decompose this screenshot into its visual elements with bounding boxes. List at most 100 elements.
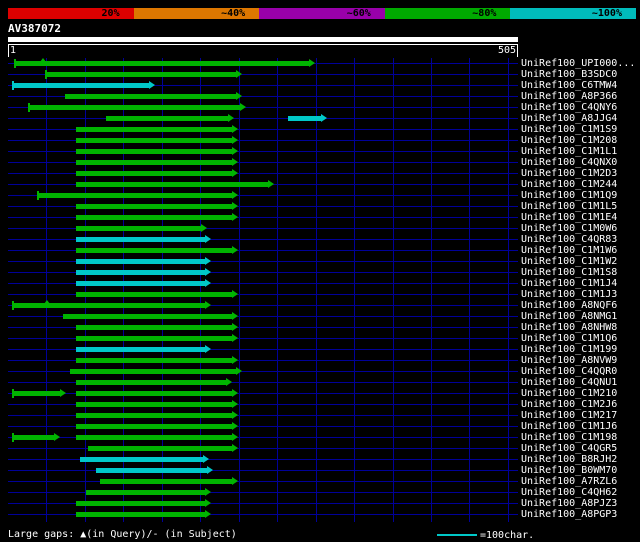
hit-label[interactable]: UniRef100_C4QNY6 [521, 102, 617, 113]
alignment-bar[interactable] [45, 72, 236, 77]
alignment-bar[interactable] [76, 204, 232, 209]
alignment-bar[interactable] [12, 391, 60, 396]
hit-label[interactable]: UniRef100_C1M1S9 [521, 124, 617, 135]
alignment-bar[interactable] [76, 501, 205, 506]
alignment-bar[interactable] [76, 171, 232, 176]
alignment-bar[interactable] [76, 160, 232, 165]
alignment-row [8, 234, 518, 245]
hit-label[interactable]: UniRef100_A8NHW8 [521, 322, 617, 333]
alignment-bar[interactable] [80, 457, 203, 462]
alignment-bar[interactable] [100, 479, 232, 484]
alignment-row [8, 388, 518, 399]
alignment-arrowhead-icon [205, 257, 211, 265]
hit-label[interactable]: UniRef100_C4QGR5 [521, 443, 617, 454]
hit-label[interactable]: UniRef100_C1M199 [521, 344, 617, 355]
alignment-bar[interactable] [106, 116, 228, 121]
hit-label[interactable]: UniRef100_C1M1Q6 [521, 333, 617, 344]
hit-label[interactable]: UniRef100_B8RJH2 [521, 454, 617, 465]
alignment-bar[interactable] [12, 435, 54, 440]
hit-label[interactable]: UniRef100_B0WM70 [521, 465, 617, 476]
hit-label[interactable]: UniRef100_C6TMW4 [521, 80, 617, 91]
hit-label[interactable]: UniRef100_A7RZL6 [521, 476, 617, 487]
hit-label[interactable]: UniRef100_C1M208 [521, 135, 617, 146]
hit-label[interactable]: UniRef100_C1M198 [521, 432, 617, 443]
hit-label[interactable]: UniRef100_C1M1Q9 [521, 190, 617, 201]
alignment-row [8, 289, 518, 300]
alignment-bar[interactable] [76, 435, 232, 440]
alignment-row [8, 102, 518, 113]
hit-label[interactable]: UniRef100_C4QQR0 [521, 366, 617, 377]
hit-label[interactable]: UniRef100_C1M1S8 [521, 267, 617, 278]
hit-label[interactable]: UniRef100_C1M0W6 [521, 223, 617, 234]
alignment-bar[interactable] [63, 314, 232, 319]
alignment-arrowhead-icon [232, 147, 238, 155]
hit-label[interactable]: UniRef100_B3SDC0 [521, 69, 617, 80]
alignment-bar[interactable] [76, 248, 232, 253]
alignment-row [8, 223, 518, 234]
hit-label[interactable]: UniRef100_C1M1W6 [521, 245, 617, 256]
hit-label[interactable]: UniRef100_C1M1E4 [521, 212, 617, 223]
alignment-bar[interactable] [70, 369, 236, 374]
alignment-bar[interactable] [76, 512, 205, 517]
hit-label[interactable]: UniRef100_A8NMG1 [521, 311, 617, 322]
hit-label[interactable]: UniRef100_C1M1L1 [521, 146, 617, 157]
alignment-bar[interactable] [76, 237, 205, 242]
hit-label[interactable]: UniRef100_C1M210 [521, 388, 617, 399]
alignment-bar[interactable] [12, 303, 205, 308]
alignment-bar[interactable] [76, 127, 232, 132]
alignment-bar[interactable] [88, 446, 232, 451]
alignment-bar[interactable] [76, 292, 232, 297]
hit-label[interactable]: UniRef100_A8JJG4 [521, 113, 617, 124]
alignment-arrowhead-icon [54, 433, 60, 441]
alignment-bar[interactable] [96, 468, 207, 473]
hit-label[interactable]: UniRef100_UPI000... [521, 58, 635, 69]
alignment-row [8, 212, 518, 223]
alignment-bar[interactable] [288, 116, 321, 121]
hit-label[interactable]: UniRef100_C1M2D3 [521, 168, 617, 179]
alignment-bar[interactable] [76, 325, 232, 330]
alignment-bar[interactable] [76, 358, 232, 363]
hit-label[interactable]: UniRef100_C1M1L5 [521, 201, 617, 212]
scale-legend-label: =100char. [480, 529, 535, 541]
alignment-bar[interactable] [76, 402, 232, 407]
hit-label[interactable]: UniRef100_C1M2J6 [521, 399, 617, 410]
alignment-bar[interactable] [37, 193, 232, 198]
hit-label[interactable]: UniRef100_C4QNU1 [521, 377, 617, 388]
hit-label[interactable]: UniRef100_A8NQF6 [521, 300, 617, 311]
alignment-bar[interactable] [28, 105, 240, 110]
alignment-arrowhead-icon [205, 345, 211, 353]
alignment-bar[interactable] [86, 490, 205, 495]
alignment-bar[interactable] [65, 94, 236, 99]
alignment-bar[interactable] [14, 61, 309, 66]
alignment-bar[interactable] [76, 138, 232, 143]
hit-label[interactable]: UniRef100_C1M217 [521, 410, 617, 421]
hit-label[interactable]: UniRef100_A8PJZ3 [521, 498, 617, 509]
hit-label[interactable]: UniRef100_C1M1J6 [521, 421, 617, 432]
alignment-bar[interactable] [76, 391, 232, 396]
alignment-bar[interactable] [76, 182, 268, 187]
hit-label[interactable]: UniRef100_C4QH62 [521, 487, 617, 498]
alignment-arrowhead-icon [149, 81, 155, 89]
hit-label[interactable]: UniRef100_A8NVW9 [521, 355, 617, 366]
hit-label[interactable]: UniRef100_A8PGP3 [521, 509, 617, 520]
alignment-bar[interactable] [76, 259, 205, 264]
hit-label[interactable]: UniRef100_C1M1W2 [521, 256, 617, 267]
alignment-bar[interactable] [76, 380, 226, 385]
alignment-bar[interactable] [76, 424, 232, 429]
hit-label[interactable]: UniRef100_A8P366 [521, 91, 617, 102]
alignment-bar[interactable] [76, 215, 232, 220]
hit-label[interactable]: UniRef100_C4QNX0 [521, 157, 617, 168]
hit-label[interactable]: UniRef100_C1M1J3 [521, 289, 617, 300]
hit-label[interactable]: UniRef100_C1M1J4 [521, 278, 617, 289]
alignment-bar[interactable] [76, 281, 205, 286]
alignment-bar[interactable] [12, 83, 149, 88]
alignment-bar[interactable] [76, 336, 232, 341]
alignment-bar[interactable] [76, 270, 205, 275]
alignment-arrowhead-icon [201, 224, 207, 232]
hit-label[interactable]: UniRef100_C1M244 [521, 179, 617, 190]
alignment-bar[interactable] [76, 347, 205, 352]
alignment-bar[interactable] [76, 413, 232, 418]
alignment-bar[interactable] [76, 226, 201, 231]
hit-label[interactable]: UniRef100_C4QR83 [521, 234, 617, 245]
alignment-bar[interactable] [76, 149, 232, 154]
